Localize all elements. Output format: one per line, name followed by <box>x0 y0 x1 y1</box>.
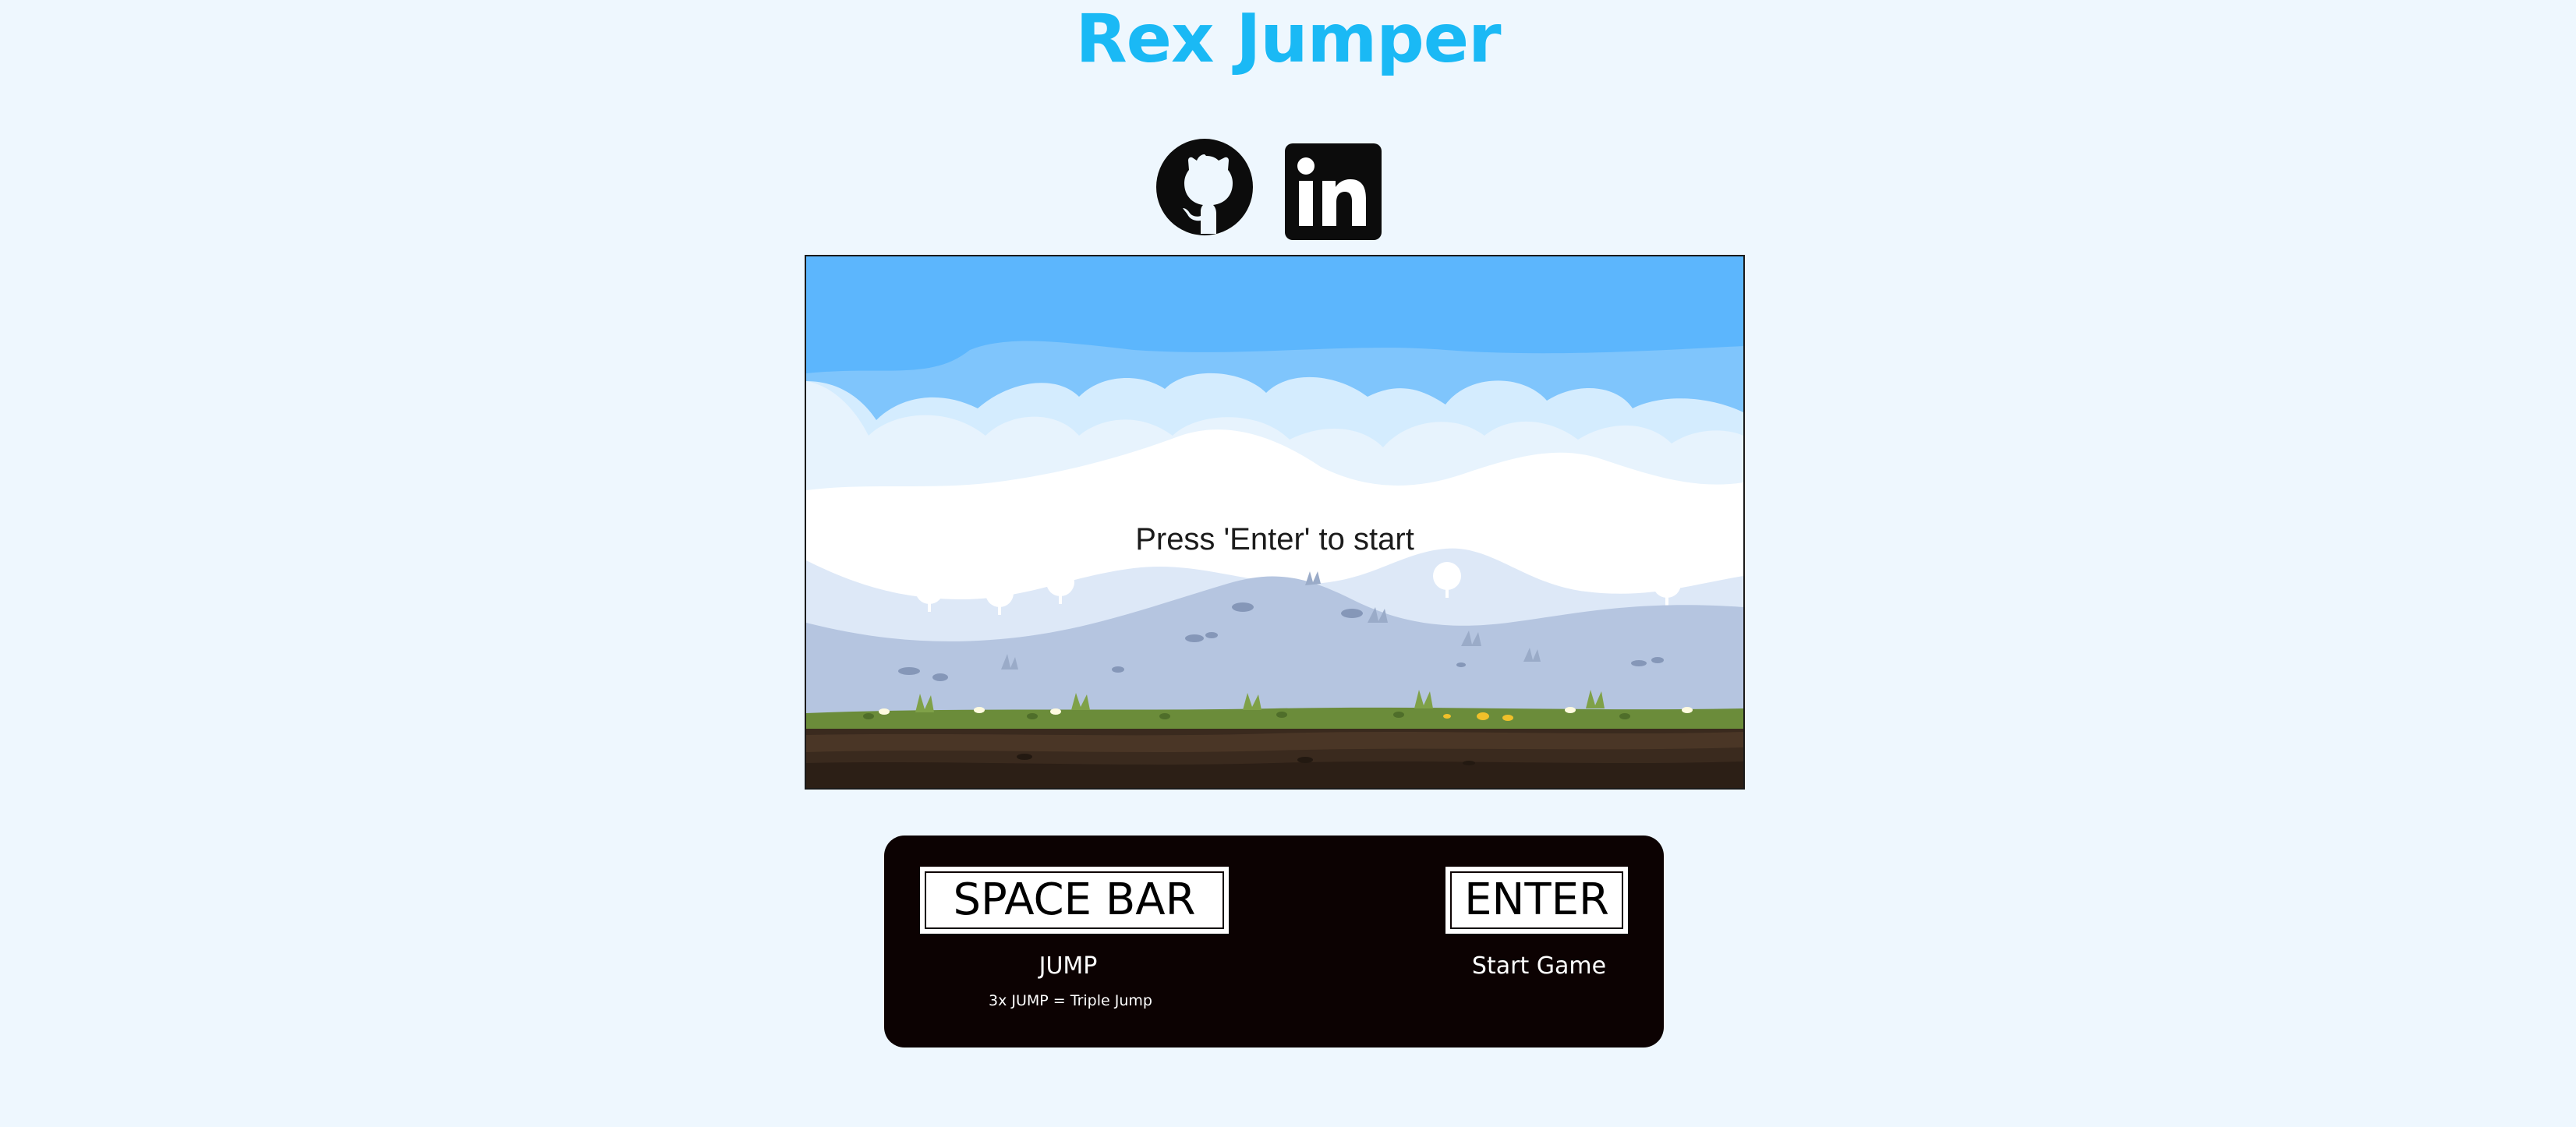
enter-key: ENTER <box>1445 867 1628 934</box>
jump-label: JUMP <box>1039 952 1098 980</box>
start-message: Press 'Enter' to start <box>1135 522 1414 556</box>
github-icon <box>1156 139 1253 235</box>
linkedin-link[interactable] <box>1285 143 1382 240</box>
start-game-label: Start Game <box>1471 952 1607 980</box>
page: Rex Jumper Press 'Enter' to start SPACE … <box>0 0 2576 1127</box>
space-bar-key: SPACE BAR <box>920 867 1229 934</box>
controls-panel: SPACE BAR JUMP 3x JUMP = Triple Jump ENT… <box>884 836 1664 1048</box>
github-link[interactable] <box>1156 139 1253 235</box>
game-canvas[interactable]: Press 'Enter' to start <box>805 255 1745 790</box>
linkedin-icon <box>1285 143 1382 240</box>
triple-jump-hint: 3x JUMP = Triple Jump <box>989 992 1152 1009</box>
social-links <box>1154 139 1419 240</box>
page-title: Rex Jumper <box>1075 0 1501 78</box>
